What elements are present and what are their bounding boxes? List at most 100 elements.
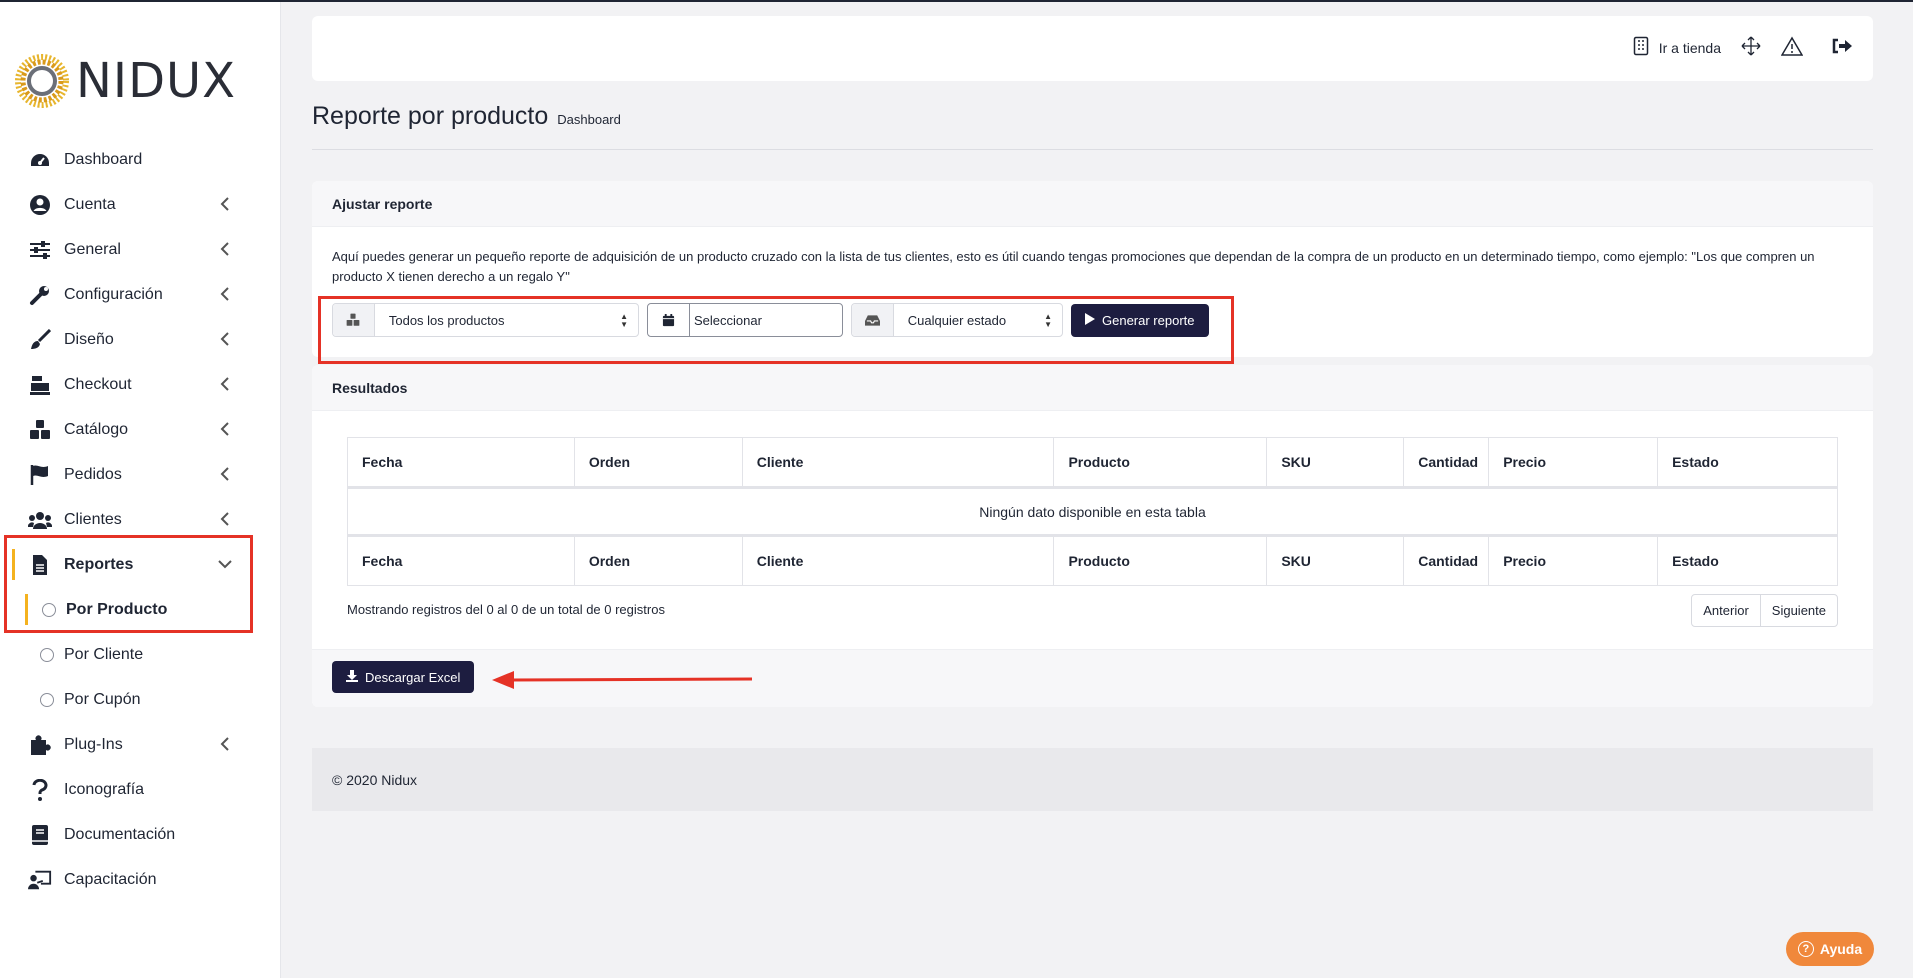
column-header[interactable]: Cliente [741,437,1055,488]
table-footer-row: Fecha Orden Cliente Producto SKU Cantida… [347,535,1838,586]
sidebar-item-pedidos[interactable]: Pedidos [0,452,281,497]
cubes-icon [28,418,52,442]
sidebar-item-label: Capacitación [64,870,157,888]
column-header[interactable]: Fecha [347,437,575,488]
download-excel-button[interactable]: Descargar Excel [332,661,475,693]
cash-register-icon [28,373,52,397]
column-footer: Cliente [741,535,1055,586]
chevron-left-icon [215,734,235,754]
sidebar-subitem-label: Por Cliente [64,645,144,663]
column-header[interactable]: Precio [1488,437,1659,488]
ir-a-tienda-link[interactable]: Ir a tienda [1633,36,1721,59]
sidebar-item-label: Documentación [64,825,176,843]
column-footer: SKU [1266,535,1405,586]
page-title: Reporte por producto [312,102,549,130]
sliders-icon [28,238,52,262]
download-excel-label: Descargar Excel [365,669,461,685]
page-header: Reporte por producto Dashboard [312,102,621,131]
chevron-left-icon [215,239,235,259]
column-footer: Cantidad [1403,535,1490,586]
expand-button[interactable] [1741,36,1761,59]
sidebar-item-label: Catálogo [64,420,129,438]
sidebar-item-label: Dashboard [64,150,143,168]
sidebar-item-documentacion[interactable]: Documentación [0,812,281,857]
ir-a-tienda-label: Ir a tienda [1658,39,1721,56]
question-circle-icon: ? [1797,941,1814,957]
breadcrumb[interactable]: Dashboard [557,112,621,127]
top-border [0,0,1913,2]
users-icon [28,508,52,532]
puzzle-icon [28,733,52,757]
pagination-prev-button[interactable]: Anterior [1692,595,1760,626]
annotation-highlight-filters [318,296,1234,364]
sidebar-item-iconografia[interactable]: Iconografía [0,767,281,812]
column-header[interactable]: Cantidad [1403,437,1490,488]
top-bar-tools: Ir a tienda [1613,36,1853,59]
sidebar-nav: Dashboard Cuenta General Configuración D… [0,137,281,902]
flag-icon [28,463,52,487]
logout-icon [1831,36,1853,59]
column-footer: Producto [1053,535,1268,586]
sidebar-item-label: Diseño [64,330,114,348]
wrench-icon [28,283,52,307]
copyright: © 2020 Nidux [332,771,418,788]
page-footer: © 2020 Nidux [312,748,1873,811]
adjust-report-header: Ajustar reporte [312,181,1873,227]
chevron-left-icon [215,374,235,394]
sidebar-item-label: Cuenta [64,195,116,213]
column-header[interactable]: SKU [1266,437,1405,488]
sidebar-item-dashboard[interactable]: Dashboard [0,137,281,182]
chevron-left-icon [215,329,235,349]
annotation-highlight-sidebar [4,535,253,633]
table-row: Ningún dato disponible en esta tabla [347,486,1838,537]
column-footer: Estado [1657,535,1838,586]
sidebar-item-catalogo[interactable]: Catálogo [0,407,281,452]
chalkboard-teacher-icon [28,868,52,892]
sidebar-item-label: Configuración [64,285,163,303]
help-label: Ayuda [1819,941,1863,957]
annotation-arrow-icon [492,671,752,689]
sidebar-item-configuracion[interactable]: Configuración [0,272,281,317]
user-circle-icon [28,193,52,217]
logout-button[interactable] [1831,36,1853,59]
results-header: Resultados [312,365,1873,411]
empty-table-message: Ningún dato disponible en esta tabla [347,486,1838,537]
chevron-left-icon [215,284,235,304]
column-header[interactable]: Producto [1053,437,1268,488]
column-header[interactable]: Estado [1657,437,1838,488]
nidux-logo[interactable]: NIDUX [14,50,264,112]
sidebar-item-cuenta[interactable]: Cuenta [0,182,281,227]
sidebar-item-label: Checkout [64,375,132,393]
sidebar-item-diseno[interactable]: Diseño [0,317,281,362]
pagination-next-button[interactable]: Siguiente [1759,595,1837,626]
sidebar-item-general[interactable]: General [0,227,281,272]
store-icon [1633,36,1649,59]
table-header-row: Fecha Orden Cliente Producto SKU Cantida… [347,437,1838,488]
sidebar-subitem-por-cliente[interactable]: Por Cliente [0,632,281,677]
sidebar-subitem-por-cupon[interactable]: Por Cupón [0,677,281,722]
sidebar-item-plugins[interactable]: Plug-Ins [0,722,281,767]
dashboard-icon [28,148,52,172]
download-icon [346,669,358,685]
sidebar-item-label: Plug-Ins [64,735,123,753]
table-info: Mostrando registros del 0 al 0 de un tot… [347,602,665,617]
sidebar-item-capacitacion[interactable]: Capacitación [0,857,281,902]
brush-icon [28,328,52,352]
help-button[interactable]: ? Ayuda [1786,932,1874,966]
sidebar-item-label: Iconografía [64,780,145,798]
sidebar-item-label: Pedidos [64,465,122,483]
sidebar-item-label: Clientes [64,510,122,528]
chevron-left-icon [215,464,235,484]
sidebar-item-checkout[interactable]: Checkout [0,362,281,407]
circle-icon [40,647,54,662]
column-header[interactable]: Orden [573,437,743,488]
question-icon [28,778,52,802]
sidebar-subitem-label: Por Cupón [64,690,141,708]
results-table: Fecha Orden Cliente Producto SKU Cantida… [347,437,1838,586]
chevron-left-icon [215,509,235,529]
warning-button[interactable] [1780,36,1804,59]
pagination: Anterior Siguiente [1691,594,1838,627]
warning-icon [1780,36,1804,59]
circle-icon [40,692,54,707]
header-divider [312,149,1873,150]
